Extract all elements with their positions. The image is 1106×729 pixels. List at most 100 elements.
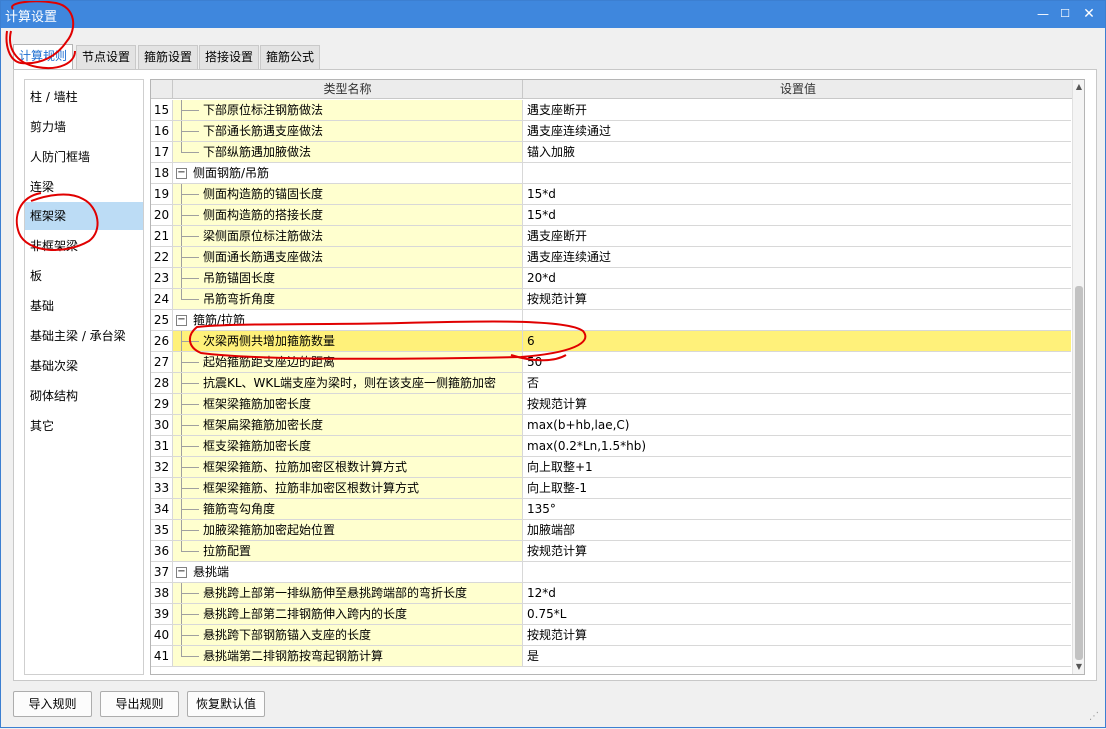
setting-value-cell[interactable]: 15*d xyxy=(523,205,1071,226)
setting-value-cell[interactable]: 按规范计算 xyxy=(523,625,1071,646)
table-row[interactable]: 22 侧面通长筋遇支座做法 遇支座连续通过 xyxy=(151,247,1071,268)
setting-value-cell[interactable]: 锚入加腋 xyxy=(523,142,1071,163)
table-row[interactable]: 26 次梁两侧共增加箍筋数量 6 xyxy=(151,331,1071,352)
scroll-thumb[interactable] xyxy=(1075,286,1083,660)
table-row[interactable]: 40 悬挑跨下部钢筋锚入支座的长度 按规范计算 xyxy=(151,625,1071,646)
type-name-cell[interactable]: 侧面构造筋的搭接长度 xyxy=(173,205,523,226)
collapse-icon[interactable]: − xyxy=(176,315,187,326)
setting-value-cell[interactable] xyxy=(523,163,1071,184)
setting-value-cell[interactable]: 20*d xyxy=(523,268,1071,289)
setting-value-cell[interactable]: 是 xyxy=(523,646,1071,667)
table-row[interactable]: 23 吊筋锚固长度 20*d xyxy=(151,268,1071,289)
table-row[interactable]: 21 梁侧面原位标注筋做法 遇支座断开 xyxy=(151,226,1071,247)
setting-value-cell[interactable]: 遇支座连续通过 xyxy=(523,121,1071,142)
setting-value-cell[interactable]: 否 xyxy=(523,373,1071,394)
type-name-cell[interactable]: 悬挑端第二排钢筋按弯起钢筋计算 xyxy=(173,646,523,667)
sidebar-item-shear-wall[interactable]: 剪力墙 xyxy=(25,113,143,141)
setting-value-cell[interactable]: max(0.2*Ln,1.5*hb) xyxy=(523,436,1071,457)
minimize-icon[interactable]: — xyxy=(1031,4,1055,24)
type-name-cell[interactable]: − 箍筋/拉筋 xyxy=(173,310,523,331)
group-row[interactable]: 25− 箍筋/拉筋 xyxy=(151,310,1071,331)
scroll-up-icon[interactable]: ▲ xyxy=(1073,80,1084,94)
tab-stirrup-formula[interactable]: 箍筋公式 xyxy=(260,45,321,69)
table-row[interactable]: 17 下部纵筋遇加腋做法 锚入加腋 xyxy=(151,142,1071,163)
type-name-cell[interactable]: 侧面构造筋的锚固长度 xyxy=(173,184,523,205)
table-row[interactable]: 35 加腋梁箍筋加密起始位置 加腋端部 xyxy=(151,520,1071,541)
type-name-cell[interactable]: 悬挑跨上部第一排纵筋伸至悬挑跨端部的弯折长度 xyxy=(173,583,523,604)
grid-scrollbar[interactable]: ▲ ▼ xyxy=(1072,80,1084,674)
close-icon[interactable]: ✕ xyxy=(1077,4,1101,24)
type-name-cell[interactable]: 起始箍筋距支座边的距离 xyxy=(173,352,523,373)
type-name-cell[interactable]: 悬挑跨下部钢筋锚入支座的长度 xyxy=(173,625,523,646)
type-name-cell[interactable]: 抗震KL、WKL端支座为梁时，则在该支座一侧箍筋加密 xyxy=(173,373,523,394)
table-row[interactable]: 20 侧面构造筋的搭接长度 15*d xyxy=(151,205,1071,226)
scroll-down-icon[interactable]: ▼ xyxy=(1073,660,1084,674)
restore-defaults-button[interactable]: 恢复默认值 xyxy=(187,691,265,717)
type-name-cell[interactable]: 下部纵筋遇加腋做法 xyxy=(173,142,523,163)
type-name-cell[interactable]: − 侧面钢筋/吊筋 xyxy=(173,163,523,184)
sidebar-item-foundation-main-beam[interactable]: 基础主梁 / 承台梁 xyxy=(25,322,143,350)
import-rules-button[interactable]: 导入规则 xyxy=(13,691,92,717)
group-row[interactable]: 37− 悬挑端 xyxy=(151,562,1071,583)
setting-value-cell[interactable]: 按规范计算 xyxy=(523,394,1071,415)
setting-value-cell[interactable] xyxy=(523,310,1071,331)
table-row[interactable]: 24 吊筋弯折角度 按规范计算 xyxy=(151,289,1071,310)
type-name-cell[interactable]: 箍筋弯勾角度 xyxy=(173,499,523,520)
header-type-name[interactable]: 类型名称 xyxy=(173,80,523,99)
setting-value-cell[interactable] xyxy=(523,562,1071,583)
setting-value-cell[interactable]: 向上取整-1 xyxy=(523,478,1071,499)
setting-value-cell[interactable]: 50 xyxy=(523,352,1071,373)
tab-stirrup-settings[interactable]: 箍筋设置 xyxy=(138,45,199,69)
setting-value-cell[interactable]: 12*d xyxy=(523,583,1071,604)
setting-value-cell[interactable]: 加腋端部 xyxy=(523,520,1071,541)
sidebar-item-slab[interactable]: 板 xyxy=(25,262,143,290)
sidebar-item-coupling-beam[interactable]: 连梁 xyxy=(25,173,143,201)
sidebar-item-column[interactable]: 柱 / 墙柱 xyxy=(25,83,143,111)
setting-value-cell[interactable]: 向上取整+1 xyxy=(523,457,1071,478)
sidebar-item-foundation[interactable]: 基础 xyxy=(25,292,143,320)
type-name-cell[interactable]: 加腋梁箍筋加密起始位置 xyxy=(173,520,523,541)
type-name-cell[interactable]: 下部通长筋遇支座做法 xyxy=(173,121,523,142)
type-name-cell[interactable]: 悬挑跨上部第二排钢筋伸入跨内的长度 xyxy=(173,604,523,625)
resize-grip-icon[interactable]: ⋰ xyxy=(1089,711,1101,723)
type-name-cell[interactable]: 吊筋锚固长度 xyxy=(173,268,523,289)
collapse-icon[interactable]: − xyxy=(176,168,187,179)
setting-value-cell[interactable]: 15*d xyxy=(523,184,1071,205)
type-name-cell[interactable]: 侧面通长筋遇支座做法 xyxy=(173,247,523,268)
setting-value-cell[interactable]: 0.75*L xyxy=(523,604,1071,625)
collapse-icon[interactable]: − xyxy=(176,567,187,578)
type-name-cell[interactable]: 框架梁箍筋加密长度 xyxy=(173,394,523,415)
table-row[interactable]: 27 起始箍筋距支座边的距离 50 xyxy=(151,352,1071,373)
table-row[interactable]: 41 悬挑端第二排钢筋按弯起钢筋计算 是 xyxy=(151,646,1071,667)
table-row[interactable]: 34 箍筋弯勾角度 135° xyxy=(151,499,1071,520)
table-row[interactable]: 30 框架扁梁箍筋加密长度 max(b+hb,lae,C) xyxy=(151,415,1071,436)
type-name-cell[interactable]: 框架梁箍筋、拉筋非加密区根数计算方式 xyxy=(173,478,523,499)
type-name-cell[interactable]: 次梁两侧共增加箍筋数量 xyxy=(173,331,523,352)
tab-calc-rules[interactable]: 计算规则 xyxy=(13,44,74,70)
type-name-cell[interactable]: 框架扁梁箍筋加密长度 xyxy=(173,415,523,436)
type-name-cell[interactable]: 吊筋弯折角度 xyxy=(173,289,523,310)
table-row[interactable]: 16 下部通长筋遇支座做法 遇支座连续通过 xyxy=(151,121,1071,142)
tab-lap-settings[interactable]: 搭接设置 xyxy=(199,45,260,69)
sidebar-item-foundation-secondary-beam[interactable]: 基础次梁 xyxy=(25,352,143,380)
sidebar-item-civil-defense-wall[interactable]: 人防门框墙 xyxy=(25,143,143,171)
table-row[interactable]: 19 侧面构造筋的锚固长度 15*d xyxy=(151,184,1071,205)
table-row[interactable]: 36 拉筋配置 按规范计算 xyxy=(151,541,1071,562)
setting-value-cell[interactable]: 按规范计算 xyxy=(523,541,1071,562)
table-row[interactable]: 15 下部原位标注钢筋做法 遇支座断开 xyxy=(151,100,1071,121)
sidebar-item-non-frame-beam[interactable]: 非框架梁 xyxy=(25,232,143,260)
table-row[interactable]: 29 框架梁箍筋加密长度 按规范计算 xyxy=(151,394,1071,415)
type-name-cell[interactable]: − 悬挑端 xyxy=(173,562,523,583)
sidebar-item-other[interactable]: 其它 xyxy=(25,412,143,440)
setting-value-cell[interactable]: 135° xyxy=(523,499,1071,520)
sidebar-item-frame-beam[interactable]: 框架梁 xyxy=(25,202,143,230)
export-rules-button[interactable]: 导出规则 xyxy=(100,691,179,717)
table-row[interactable]: 32 框架梁箍筋、拉筋加密区根数计算方式 向上取整+1 xyxy=(151,457,1071,478)
setting-value-cell[interactable]: 按规范计算 xyxy=(523,289,1071,310)
type-name-cell[interactable]: 框架梁箍筋、拉筋加密区根数计算方式 xyxy=(173,457,523,478)
header-setting-value[interactable]: 设置值 xyxy=(523,80,1073,99)
type-name-cell[interactable]: 拉筋配置 xyxy=(173,541,523,562)
setting-value-cell[interactable]: 遇支座连续通过 xyxy=(523,247,1071,268)
table-row[interactable]: 28 抗震KL、WKL端支座为梁时，则在该支座一侧箍筋加密 否 xyxy=(151,373,1071,394)
table-row[interactable]: 39 悬挑跨上部第二排钢筋伸入跨内的长度 0.75*L xyxy=(151,604,1071,625)
